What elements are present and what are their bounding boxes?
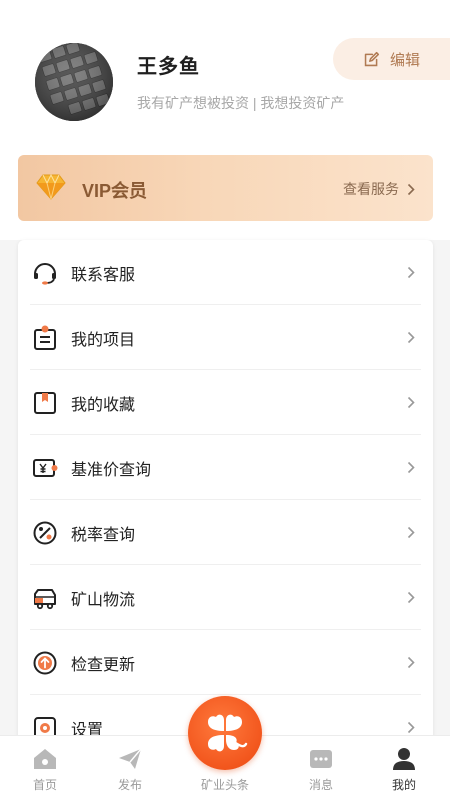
truck-icon [34,588,56,609]
menu-label: 基准价查询 [71,461,152,479]
diamond-icon [36,173,66,200]
user-name: 王多鱼 [137,56,200,78]
upload-arrow-icon [33,651,57,674]
tab-publish[interactable]: 发布 [85,736,175,800]
home-icon [34,749,56,769]
menu-item-benchmark-price[interactable]: 基准价查询 [18,435,433,500]
menu-item-contact-support[interactable]: 联系客服 [18,240,433,305]
menu-item-my-favorites[interactable]: 我的收藏 [18,370,433,435]
menu-list: 联系客服 我的项目 我的收藏 基准价查询 税率查询 矿山物流 检查更新 设置 [18,240,433,760]
headset-icon [34,262,56,285]
menu-label: 我的项目 [71,331,136,349]
menu-item-check-update[interactable]: 检查更新 [18,630,433,695]
chevron-right-icon [407,721,415,734]
avatar-image [35,43,113,121]
chevron-right-icon [407,183,415,195]
tab-home[interactable]: 首页 [0,736,90,800]
avatar[interactable] [35,43,113,121]
tab-label: 我的 [391,778,416,792]
chevron-right-icon [407,396,415,409]
project-list-icon [34,325,56,350]
edit-label: 编辑 [390,51,421,69]
menu-item-mine-logistics[interactable]: 矿山物流 [18,565,433,630]
vip-view-services-link[interactable]: 查看服务 [343,179,415,199]
chevron-right-icon [407,266,415,279]
tab-label: 消息 [308,778,333,792]
menu-label: 矿山物流 [71,591,136,609]
vip-link-label: 查看服务 [343,181,399,197]
send-icon [119,748,142,769]
chevron-right-icon [407,656,415,669]
menu-label: 联系客服 [71,266,136,284]
mining-news-center-button[interactable] [188,696,262,770]
menu-item-my-projects[interactable]: 我的项目 [18,305,433,370]
clover-icon [208,714,248,752]
tab-label: 首页 [32,778,57,792]
percent-icon [33,521,57,544]
vip-title: VIP会员 [82,181,148,201]
tab-mine[interactable]: 我的 [359,736,449,800]
user-tagline: 我有矿产想被投资 | 我想投资矿产 [137,95,345,111]
tab-messages[interactable]: 消息 [276,736,366,800]
edit-profile-button[interactable]: 编辑 [333,38,450,80]
menu-item-tax-rate[interactable]: 税率查询 [18,500,433,565]
menu-label: 检查更新 [71,656,136,674]
tab-label: 发布 [117,778,142,792]
chevron-right-icon [407,461,415,474]
bookmark-icon [34,391,56,414]
vip-banner[interactable]: VIP会员 查看服务 [18,155,433,221]
tab-label: 矿业头条 [200,778,249,792]
edit-icon [364,51,380,66]
menu-label: 税率查询 [71,526,136,544]
yen-price-icon [33,458,58,477]
chevron-right-icon [407,331,415,344]
chevron-right-icon [407,591,415,604]
menu-label: 我的收藏 [71,396,136,414]
chevron-right-icon [407,526,415,539]
message-icon [310,750,332,768]
user-icon [393,748,415,770]
